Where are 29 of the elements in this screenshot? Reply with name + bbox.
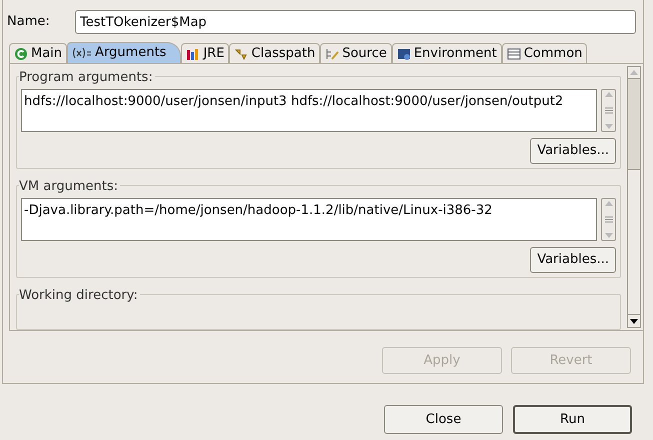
tab[interactable]: Arguments <box>67 42 182 63</box>
tab[interactable]: Source <box>320 43 392 63</box>
scroll-up-icon[interactable] <box>604 92 612 97</box>
tab[interactable]: Environment <box>392 43 502 63</box>
variables-button[interactable]: Variables... <box>530 138 616 164</box>
scrollbar[interactable] <box>601 198 616 241</box>
scrollbar[interactable] <box>627 66 641 328</box>
tab[interactable]: JRE <box>181 43 230 63</box>
grip-icon[interactable] <box>604 216 612 223</box>
scrollbar[interactable] <box>601 89 616 132</box>
table-icon <box>506 46 521 60</box>
variable-icon <box>72 46 92 60</box>
scroll-up-icon[interactable] <box>630 70 638 75</box>
tab[interactable]: Main <box>9 43 68 63</box>
text-area[interactable]: -Djava.library.path=/home/jonsen/hadoop-1.1.2/lib/native/Linux-i386-32 <box>21 198 597 241</box>
window-icon <box>396 46 411 60</box>
dialog-button[interactable]: Run <box>513 405 632 434</box>
variables-button[interactable]: Variables... <box>530 247 616 273</box>
launch-icon <box>14 46 28 60</box>
dialog-button[interactable]: Close <box>384 405 503 434</box>
name-label: Name: <box>7 13 51 32</box>
tab[interactable]: Common <box>502 43 588 63</box>
name-field[interactable]: TestTOkenizer$Map <box>75 10 636 34</box>
tab[interactable]: Classpath <box>229 43 320 63</box>
folder-tree-icon <box>325 46 340 60</box>
grip-icon[interactable] <box>604 107 612 114</box>
scroll-up-icon[interactable] <box>604 201 612 206</box>
text-area[interactable]: hdfs://localhost:9000/user/jonsen/input3 hdfs://localhost:9000/user/jonsen/output2 <box>21 89 597 132</box>
scroll-down-icon[interactable] <box>630 318 638 324</box>
